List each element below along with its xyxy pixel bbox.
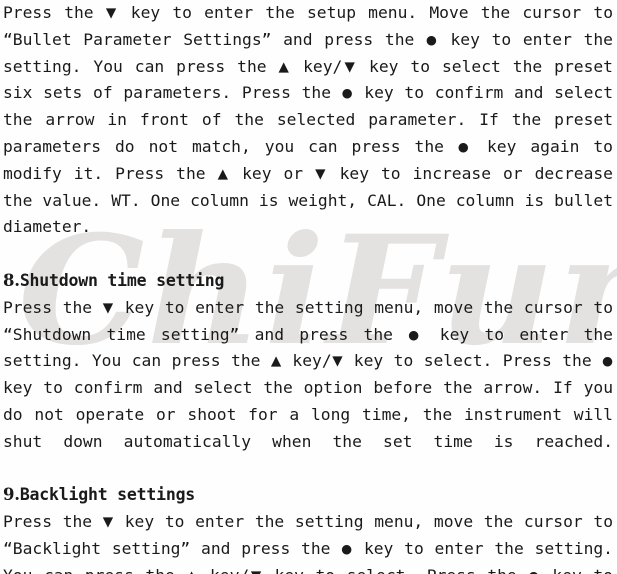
filled-circle-icon: ● — [602, 353, 614, 369]
document-content: Press the ▼ key to enter the setup menu.… — [0, 0, 617, 574]
paragraph-bullet-parameter-settings: Press the ▼ key to enter the setup menu.… — [3, 3, 613, 237]
heading-title-backlight: Backlight settings — [19, 485, 196, 505]
paragraph-shutdown-time-setting: Press the ▼ key to enter the setting men… — [3, 297, 614, 451]
heading-shutdown-time-setting: 8.Shutdown time setting — [3, 268, 613, 295]
filled-circle-icon: ● — [426, 31, 439, 47]
filled-circle-icon: ● — [408, 326, 425, 342]
filled-circle-icon: ● — [528, 568, 541, 574]
heading-title-shutdown: Shutdown time setting — [19, 270, 225, 290]
down-triangle-icon: ▼ — [105, 5, 119, 21]
heading-number-8: 8. — [3, 270, 20, 290]
filled-circle-icon: ● — [457, 138, 474, 154]
down-triangle-icon: ▼ — [102, 299, 115, 316]
up-triangle-icon: ▲ — [278, 58, 292, 75]
up-triangle-icon: ▲ — [270, 353, 282, 370]
up-triangle-icon: ▲ — [217, 165, 231, 182]
down-triangle-icon: ▼ — [331, 353, 344, 370]
up-triangle-icon: ▲ — [186, 568, 198, 574]
down-triangle-icon: ▼ — [315, 165, 328, 182]
down-triangle-icon: ▼ — [342, 58, 358, 75]
document-page: ChiFun Press the ▼ key to enter the setu… — [0, 0, 617, 574]
filled-circle-icon: ● — [341, 85, 354, 101]
down-triangle-icon: ▼ — [102, 514, 115, 531]
heading-backlight-settings: 9.Backlight settings — [3, 482, 613, 509]
paragraph-backlight-settings: Press the ▼ key to enter the setting men… — [3, 509, 613, 574]
filled-circle-icon: ● — [341, 540, 354, 556]
heading-number-9: 9. — [3, 485, 20, 505]
down-triangle-icon: ▼ — [249, 568, 263, 574]
